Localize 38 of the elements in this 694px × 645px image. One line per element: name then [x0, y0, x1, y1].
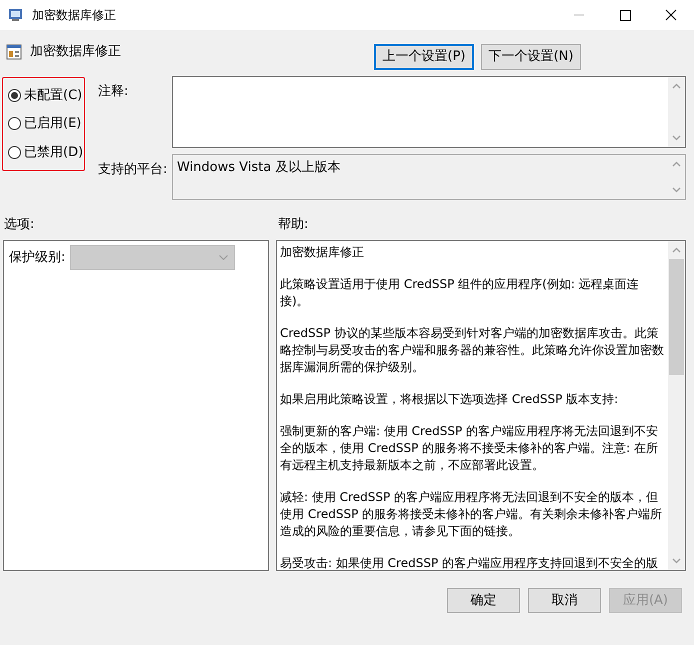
radio-button[interactable] [8, 117, 21, 130]
window-title: 加密数据库修正 [32, 7, 116, 24]
scroll-up-icon[interactable] [672, 83, 681, 89]
radio-option[interactable]: 已禁用(D) [8, 142, 84, 162]
help-paragraph: 减轻: 使用 CredSSP 的客户端应用程序将无法回退到不安全的版本，但使用 CredSSP 的服务将接受未修补的客户端。有关剩余未修补客户端所造成的风险的重要信息，请参见下面的链接。 [280, 489, 664, 540]
help-paragraph: CredSSP 协议的某些版本容易受到针对客户端的加密数据库攻击。此策略控制与易受攻击的客户端和服务器的兼容性。此策略允许你设置加密数据库漏洞所需的保护级别。 [280, 325, 665, 376]
scrollbar[interactable] [668, 241, 685, 570]
comment-field[interactable] [172, 76, 686, 148]
platform-label: 支持的平台: [98, 161, 168, 179]
radio-option[interactable]: 未配置(C) [8, 86, 84, 106]
policy-icon [6, 44, 22, 60]
footer-button[interactable]: 取消 [528, 588, 601, 613]
scroll-down-icon[interactable] [672, 135, 681, 141]
nav-button[interactable]: 上一个设置(P) [374, 44, 474, 70]
scrollbar[interactable] [668, 77, 685, 147]
scroll-up-icon[interactable] [672, 161, 681, 167]
field-label: 保护级别: [9, 248, 66, 267]
help-paragraph: 加密数据库修正 [280, 244, 365, 261]
radio-button[interactable] [8, 88, 21, 102]
comment-label: 注释: [98, 83, 130, 101]
help-paragraph: 易受攻击: 如果使用 CredSSP 的客户端应用程序支持回退到不安全的版 [280, 555, 660, 570]
footer-button[interactable]: 确定 [447, 588, 520, 613]
help-paragraph: 此策略设置适用于使用 CredSSP 组件的应用程序(例如: 远程桌面连接)。 [280, 276, 640, 310]
help-label: 帮助: [278, 216, 308, 234]
policy-title: 加密数据库修正 [30, 43, 121, 61]
chevron-down-icon [219, 255, 228, 260]
scroll-up-icon[interactable] [672, 247, 681, 253]
scroll-down-icon[interactable] [672, 187, 681, 193]
platform-value: Windows Vista 及以上版本 [176, 159, 342, 177]
help-paragraph: 强制更新的客户端: 使用 CredSSP 的客户端应用程序将无法回退到不安全的版本，使用 CredSSP 的服务将不接受未修补的客户端。注意: 在所有远程主机支持最新版本之前，不应部署此设置。 [280, 423, 660, 474]
scroll-down-icon[interactable] [672, 558, 681, 564]
app-icon [8, 7, 24, 23]
radio-button[interactable] [8, 146, 21, 160]
options-label: 选项: [4, 216, 36, 234]
radio-option[interactable]: 已启用(E) [8, 114, 84, 134]
scrollbar-thumb[interactable] [669, 259, 684, 375]
nav-button[interactable]: 下一个设置(N) [481, 44, 581, 70]
help-paragraph: 如果启用此策略设置，将根据以下选项选择 CredSSP 版本支持: [280, 391, 620, 408]
